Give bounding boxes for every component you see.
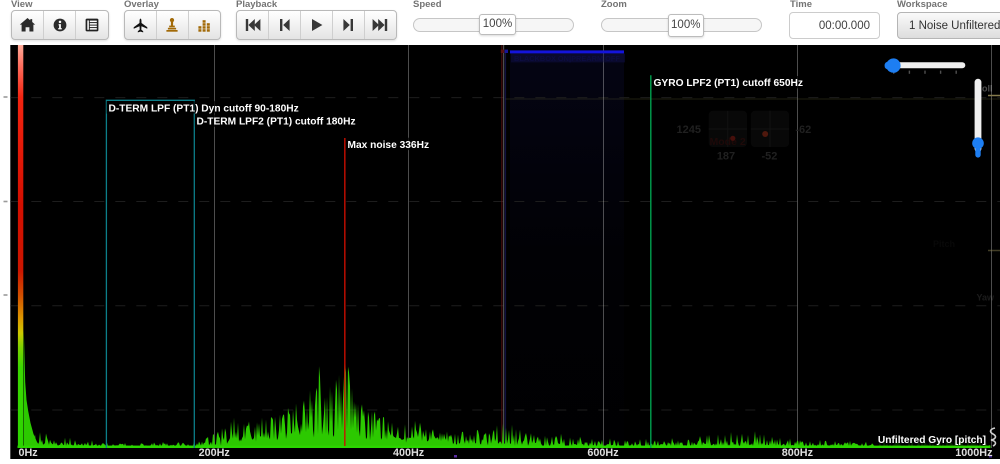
svg-text:1000Hz: 1000Hz: [955, 447, 993, 459]
svg-text:BLACKBOX ON|PREARM OFF: BLACKBOX ON|PREARM OFF: [514, 54, 620, 63]
svg-text:oll: oll: [982, 84, 993, 94]
svg-text:-52: -52: [761, 151, 777, 163]
svg-text:200Hz: 200Hz: [199, 447, 231, 459]
svg-text:800Hz: 800Hz: [782, 447, 814, 459]
svg-text:D-TERM LPF (PT1) Dyn cutoff 90: D-TERM LPF (PT1) Dyn cutoff 90-180Hz: [109, 103, 299, 114]
svg-text:-62: -62: [795, 124, 811, 136]
svg-text:Unfiltered Gyro [pitch]: Unfiltered Gyro [pitch]: [878, 435, 986, 446]
svg-text:D-TERM LPF2 (PT1) cutoff 180Hz: D-TERM LPF2 (PT1) cutoff 180Hz: [197, 117, 356, 128]
svg-text:Yaw: Yaw: [977, 293, 996, 303]
svg-text:600Hz: 600Hz: [587, 447, 619, 459]
svg-text:GYRO LPF2 (PT1) cutoff 650Hz: GYRO LPF2 (PT1) cutoff 650Hz: [654, 78, 803, 89]
svg-text:1245: 1245: [677, 124, 701, 136]
svg-text:400Hz: 400Hz: [393, 447, 425, 459]
svg-text:0Hz: 0Hz: [19, 447, 39, 459]
svg-text:Pitch: Pitch: [933, 239, 955, 249]
svg-text:187: 187: [717, 151, 735, 163]
svg-text:Max noise 336Hz: Max noise 336Hz: [348, 140, 430, 151]
svg-text:Mode 2: Mode 2: [710, 136, 746, 148]
